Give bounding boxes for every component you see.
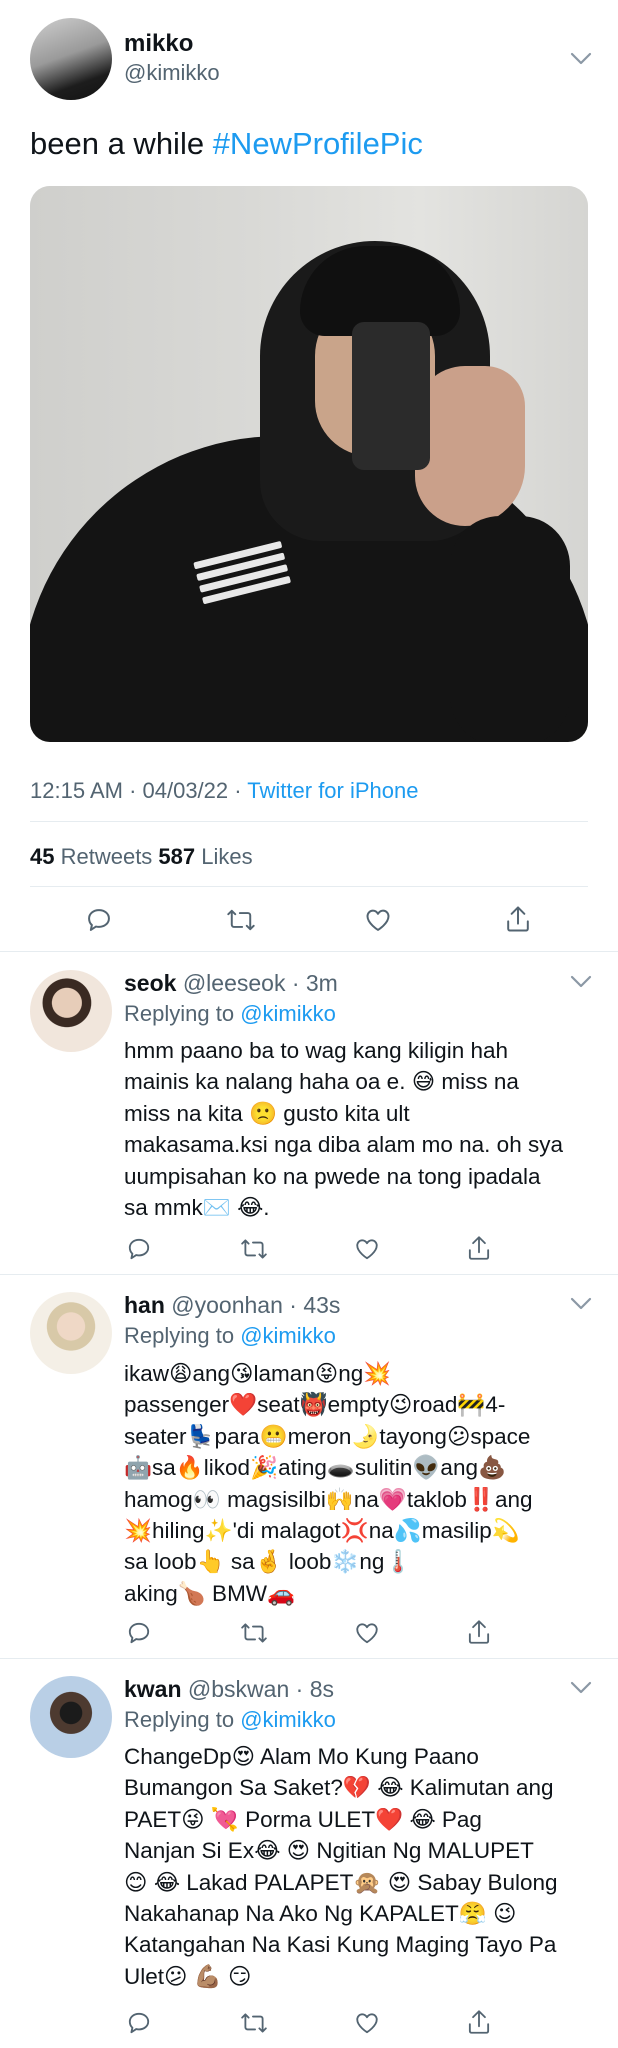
reply-name[interactable]: kwan	[124, 1676, 182, 1702]
author-handle[interactable]: @kimikko	[124, 60, 220, 86]
heart-icon[interactable]	[354, 2010, 380, 2036]
retweet-icon[interactable]	[226, 906, 256, 934]
retweets-label[interactable]: Retweets	[54, 844, 158, 869]
replying-to: Replying to @kimikko	[124, 1707, 336, 1733]
comment-icon[interactable]	[126, 1236, 152, 1262]
reply-handle[interactable]: @bskwan · 8s	[182, 1676, 334, 1702]
reply-name[interactable]: seok	[124, 970, 176, 996]
divider	[30, 821, 588, 822]
reply-name[interactable]: han	[124, 1292, 165, 1318]
share-icon[interactable]	[504, 904, 532, 934]
replying-prefix: Replying to	[124, 1707, 241, 1732]
heart-icon[interactable]	[354, 1236, 380, 1262]
divider	[0, 1274, 618, 1275]
likes-count[interactable]: 587	[158, 844, 195, 869]
replying-to: Replying to @kimikko	[124, 1001, 336, 1027]
reply-handle[interactable]: @yoonhan · 43s	[165, 1292, 340, 1318]
replying-user-link[interactable]: @kimikko	[240, 1707, 336, 1732]
comment-icon[interactable]	[126, 2010, 152, 2036]
reply-avatar[interactable]	[30, 970, 112, 1052]
replying-user-link[interactable]: @kimikko	[240, 1323, 336, 1348]
replying-user-link[interactable]: @kimikko	[240, 1001, 336, 1026]
author-avatar[interactable]	[30, 18, 112, 100]
comment-icon[interactable]	[85, 906, 113, 934]
reply-avatar[interactable]	[30, 1292, 112, 1374]
retweets-count[interactable]: 45	[30, 844, 54, 869]
reply-avatar[interactable]	[30, 1676, 112, 1758]
heart-icon[interactable]	[354, 1620, 380, 1646]
retweet-icon[interactable]	[240, 2010, 268, 2036]
retweet-icon[interactable]	[240, 1236, 268, 1262]
reply-text: ikaw😩ang😘laman😝ng💥 passenger❤️seat👹empty…	[124, 1361, 533, 1606]
tweet-time: 12:15 AM · 04/03/22 ·	[30, 778, 248, 803]
tweet-text-plain: been a while	[30, 126, 213, 161]
tweet-timestamp: 12:15 AM · 04/03/22 · Twitter for iPhone	[30, 778, 418, 804]
heart-icon[interactable]	[364, 906, 392, 934]
share-icon[interactable]	[466, 1618, 492, 1646]
tweet-source-link[interactable]: Twitter for iPhone	[247, 778, 418, 803]
divider	[0, 951, 618, 952]
divider	[30, 886, 588, 887]
tweet-photo[interactable]	[30, 186, 588, 742]
author-name[interactable]: mikko	[124, 30, 193, 58]
hashtag-link[interactable]: #NewProfilePic	[213, 126, 423, 161]
replying-to: Replying to @kimikko	[124, 1323, 336, 1349]
share-icon[interactable]	[466, 1234, 492, 1262]
chevron-down-icon[interactable]	[570, 52, 592, 66]
replying-prefix: Replying to	[124, 1001, 241, 1026]
tweet-text: been a while #NewProfilePic	[30, 126, 423, 162]
reply-text: hmm paano ba to wag kang kiligin hah mai…	[124, 1038, 563, 1221]
reply-author[interactable]: kwan @bskwan · 8s	[124, 1676, 334, 1703]
reply-author[interactable]: seok @leeseok · 3m	[124, 970, 338, 997]
replying-prefix: Replying to	[124, 1323, 241, 1348]
reply-text: ChangeDp😍 Alam Mo Kung Paano Bumangon Sa…	[124, 1744, 558, 1989]
divider	[0, 1658, 618, 1659]
reply-handle[interactable]: @leeseok · 3m	[176, 970, 338, 996]
tweet-stats: 45 Retweets 587 Likes	[30, 844, 253, 870]
comment-icon[interactable]	[126, 1620, 152, 1646]
chevron-down-icon[interactable]	[570, 975, 592, 989]
retweet-icon[interactable]	[240, 1620, 268, 1646]
likes-label[interactable]: Likes	[195, 844, 252, 869]
chevron-down-icon[interactable]	[570, 1681, 592, 1695]
share-icon[interactable]	[466, 2008, 492, 2036]
reply-author[interactable]: han @yoonhan · 43s	[124, 1292, 340, 1319]
chevron-down-icon[interactable]	[570, 1297, 592, 1311]
